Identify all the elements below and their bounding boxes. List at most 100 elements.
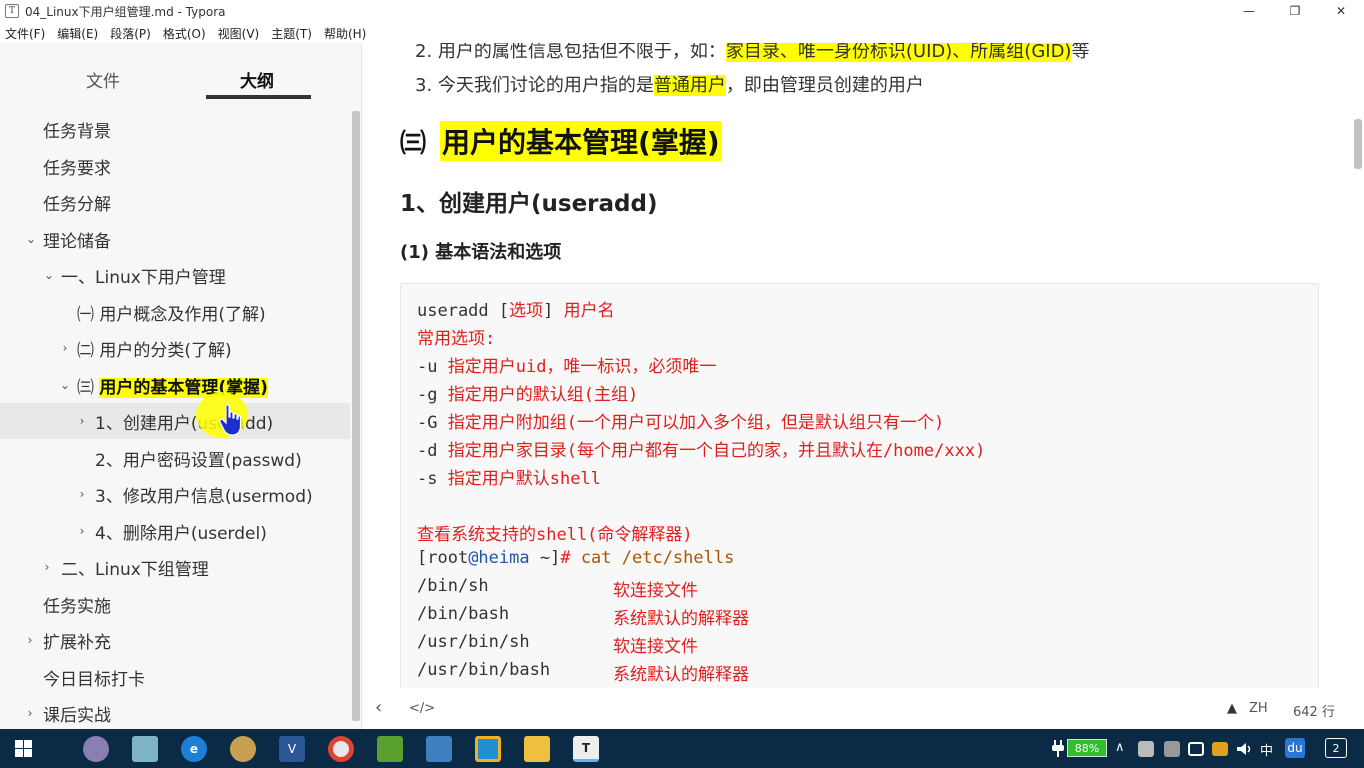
outline-item[interactable]: ⌄ ㈢ 用户的基本管理(掌握) bbox=[0, 367, 350, 403]
code-token: -G bbox=[417, 413, 448, 433]
editor-pane[interactable]: 2. 用户的属性信息包括但不限于，如：家目录、唯一身份标识(UID)、所属组(G… bbox=[363, 43, 1364, 688]
outline-item[interactable]: ㈠ 用户概念及作用(了解) bbox=[0, 294, 350, 330]
minimize-button[interactable]: — bbox=[1226, 0, 1272, 22]
visio-app-icon[interactable]: V bbox=[279, 736, 305, 762]
outline-item-label: 扩展补充 bbox=[43, 632, 111, 653]
code-line: /bin/bash 系统默认的解释器 bbox=[417, 604, 749, 629]
chevron-down-icon[interactable]: ⌄ bbox=[25, 232, 37, 246]
code-line: /usr/bin/sh 软连接文件 bbox=[417, 632, 698, 657]
notes-app-icon[interactable] bbox=[132, 736, 158, 762]
outline-item[interactable]: › ㈡ 用户的分类(了解) bbox=[0, 330, 350, 366]
code-token: 系统默认的解释器 bbox=[613, 609, 749, 629]
restore-button[interactable]: ❐ bbox=[1272, 0, 1318, 22]
line-count[interactable]: 642 行 bbox=[1293, 701, 1335, 720]
code-token: -s bbox=[417, 469, 448, 489]
vm-app-icon[interactable] bbox=[475, 736, 501, 762]
code-line: -s 指定用户默认shell bbox=[417, 464, 601, 489]
code-line: -u 指定用户uid，唯一标识，必须唯一 bbox=[417, 352, 716, 377]
chevron-down-icon[interactable]: ⌄ bbox=[43, 268, 55, 282]
notification-center-icon[interactable]: 2 bbox=[1325, 738, 1347, 758]
list-item-text: 3. 今天我们讨论的用户指的是 bbox=[415, 75, 654, 96]
outline-item-label: 任务实施 bbox=[43, 596, 111, 617]
network-app-icon[interactable] bbox=[426, 736, 452, 762]
code-token: ] bbox=[543, 301, 564, 321]
code-token: /bin/bash bbox=[417, 604, 510, 624]
outline-item-highlight: 用户的基本管理(掌握) bbox=[99, 377, 268, 398]
chevron-right-icon[interactable]: › bbox=[41, 560, 53, 574]
outline-item[interactable]: 2、用户密码设置(passwd) bbox=[0, 440, 350, 476]
outline-item[interactable]: ⌄ 一、Linux下用户管理 bbox=[0, 257, 350, 293]
code-line: 查看系统支持的shell(命令解释器) bbox=[417, 525, 693, 545]
editor-scrollbar[interactable] bbox=[1354, 119, 1362, 169]
sidebar-scrollbar[interactable] bbox=[352, 111, 360, 721]
outline-item[interactable]: 任务要求 bbox=[0, 148, 350, 184]
list-item-text: ，即由管理员创建的用户 bbox=[725, 75, 924, 96]
volume-icon[interactable] bbox=[1236, 741, 1252, 757]
outline-item[interactable]: › 扩展补充 bbox=[0, 622, 350, 658]
code-line: -G 指定用户附加组(一个用户可以加入多个组，但是默认组只有一个) bbox=[417, 408, 944, 433]
media-app-icon[interactable] bbox=[230, 736, 256, 762]
hand-cursor-icon bbox=[219, 404, 241, 436]
typora-taskbar-icon[interactable]: T bbox=[573, 736, 599, 762]
outline-item-prefix: ㈢ bbox=[77, 377, 100, 398]
editor-app-icon[interactable] bbox=[377, 736, 403, 762]
code-line: /bin/sh 软连接文件 bbox=[417, 576, 698, 601]
chevron-down-icon[interactable]: ⌄ bbox=[59, 378, 71, 392]
ime-language-indicator[interactable]: 中 bbox=[1260, 740, 1273, 759]
outline-item[interactable]: › 3、修改用户信息(usermod) bbox=[0, 476, 350, 512]
tab-outline[interactable]: 大纲 bbox=[240, 67, 274, 92]
tray-app-icon[interactable] bbox=[1138, 741, 1154, 757]
code-token: 选项 bbox=[509, 301, 544, 321]
chevron-right-icon[interactable]: › bbox=[76, 524, 88, 538]
list-item: 2. 用户的属性信息包括但不限于，如：家目录、唯一身份标识(UID)、所属组(G… bbox=[415, 43, 1089, 63]
battery-indicator[interactable]: 88% bbox=[1067, 739, 1107, 757]
windows-start-icon[interactable] bbox=[15, 740, 32, 757]
outline-item-active[interactable]: › 1、创建用户(useradd) bbox=[0, 403, 350, 439]
outline-item[interactable]: › 课后实战 bbox=[0, 695, 350, 731]
outline-item-label: 二、Linux下组管理 bbox=[61, 559, 209, 580]
chrome-browser-icon[interactable] bbox=[328, 736, 354, 762]
outline-item[interactable]: ⌄ 理论储备 bbox=[0, 221, 350, 257]
code-token: 指定用户uid，唯一标识，必须唯一 bbox=[447, 357, 717, 377]
source-code-mode-icon[interactable]: </> bbox=[409, 701, 435, 716]
chevron-right-icon[interactable]: › bbox=[76, 487, 88, 501]
outline-item[interactable]: › 二、Linux下组管理 bbox=[0, 549, 350, 585]
menu-theme[interactable]: 主题(T) bbox=[271, 25, 312, 42]
outline-item[interactable]: 任务实施 bbox=[0, 586, 350, 622]
warning-icon[interactable]: ▲ bbox=[1227, 701, 1237, 716]
code-line: /usr/bin/bash 系统默认的解释器 bbox=[417, 660, 749, 685]
chevron-right-icon[interactable]: › bbox=[59, 341, 71, 355]
ime-indicator[interactable]: ZH bbox=[1249, 701, 1268, 716]
file-explorer-icon[interactable] bbox=[524, 736, 550, 762]
outline-item[interactable]: 任务分解 bbox=[0, 184, 350, 220]
tab-files[interactable]: 文件 bbox=[86, 67, 120, 92]
code-token: # bbox=[560, 548, 581, 568]
outline-item-label: 4、删除用户(userdel) bbox=[95, 523, 267, 544]
close-button[interactable]: ✕ bbox=[1318, 0, 1364, 22]
menu-paragraph[interactable]: 段落(P) bbox=[110, 25, 151, 42]
code-block[interactable]: useradd [选项] 用户名 常用选项: -u 指定用户uid，唯一标识，必… bbox=[400, 283, 1319, 688]
menu-view[interactable]: 视图(V) bbox=[218, 25, 260, 42]
menu-help[interactable]: 帮助(H) bbox=[324, 25, 366, 42]
tray-app-icon[interactable] bbox=[1212, 742, 1228, 756]
outline-item[interactable]: 任务背景 bbox=[0, 111, 350, 147]
network-icon[interactable] bbox=[1188, 742, 1204, 756]
paint-app-icon[interactable] bbox=[83, 736, 109, 762]
code-token: ~] bbox=[529, 548, 561, 568]
status-bar: ‹ </> ▲ ZH 642 行 bbox=[363, 690, 1364, 728]
edge-browser-icon[interactable]: e bbox=[181, 736, 207, 762]
power-plug-icon[interactable] bbox=[1052, 740, 1064, 757]
back-icon[interactable]: ‹ bbox=[375, 697, 382, 718]
chevron-up-icon[interactable]: ∧ bbox=[1115, 740, 1125, 755]
code-token: -u bbox=[417, 357, 448, 377]
menu-edit[interactable]: 编辑(E) bbox=[57, 25, 98, 42]
menu-format[interactable]: 格式(O) bbox=[163, 25, 206, 42]
outline-item[interactable]: 今日目标打卡 bbox=[0, 659, 350, 695]
chevron-right-icon[interactable]: › bbox=[76, 414, 88, 428]
outline-item[interactable]: › 4、删除用户(userdel) bbox=[0, 513, 350, 549]
chevron-right-icon[interactable]: › bbox=[24, 706, 36, 720]
baidu-input-icon[interactable]: du bbox=[1285, 738, 1305, 758]
chevron-right-icon[interactable]: › bbox=[24, 633, 36, 647]
menu-file[interactable]: 文件(F) bbox=[5, 25, 45, 42]
tray-app-icon[interactable] bbox=[1164, 741, 1180, 757]
